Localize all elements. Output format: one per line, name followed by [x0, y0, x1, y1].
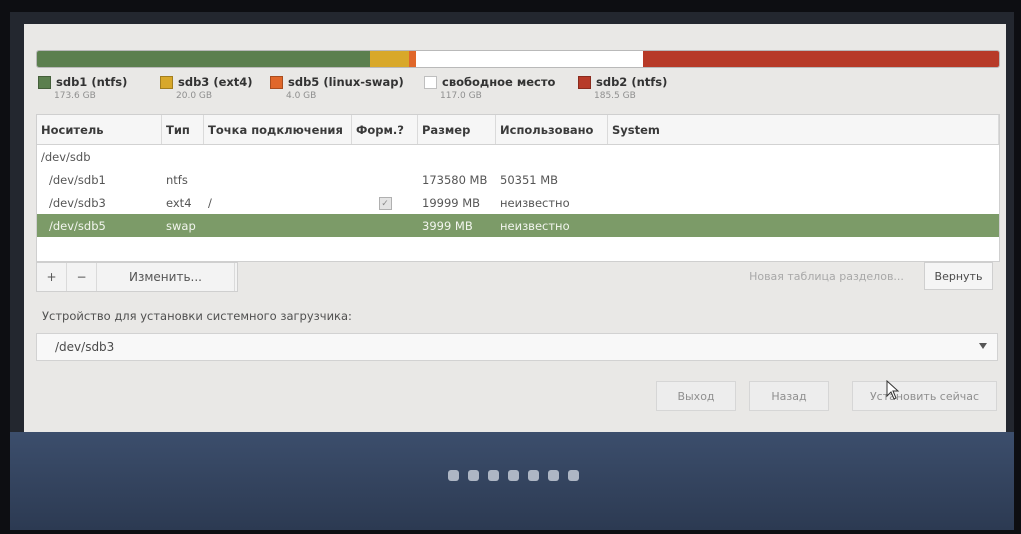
table-actions: Новая таблица разделов... Вернуть [729, 262, 993, 290]
column-header[interactable]: Размер [418, 115, 496, 144]
remove-partition-button[interactable]: − [67, 263, 97, 291]
partition-table[interactable]: Носитель Тип Точка подключения Форм.? Размер… [36, 114, 1000, 262]
partition-segment-sdb3 [370, 51, 409, 67]
table-row[interactable]: /dev/sdb [37, 145, 999, 168]
legend-item: sdb2 (ntfs) 185.5 GB [578, 75, 667, 101]
back-button[interactable]: Назад [749, 381, 829, 411]
mouse-cursor-icon [886, 380, 900, 400]
legend-size: 117.0 GB [440, 91, 482, 101]
legend-item: sdb1 (ntfs) 173.6 GB [38, 75, 127, 101]
table-cell: /dev/sdb [41, 149, 91, 164]
table-cell: 173580 MB [422, 172, 488, 187]
add-partition-button[interactable]: + [37, 263, 67, 291]
table-body: /dev/sdb/dev/sdb1 ntfs 173580 MB 50351 MB/d… [37, 145, 999, 237]
change-partition-button[interactable]: Изменить... [97, 263, 235, 291]
table-cell: /dev/sdb1 [49, 172, 106, 187]
table-cell: ntfs [166, 172, 188, 187]
legend-item: sdb3 (ext4) 20.0 GB [160, 75, 253, 101]
chevron-down-icon [979, 343, 987, 349]
legend-swatch [270, 75, 283, 89]
table-cell: неизвестно [500, 218, 570, 233]
legend-swatch [38, 75, 51, 89]
partition-bar [36, 50, 1000, 68]
slideshow-dot[interactable] [568, 470, 579, 481]
partition-segment-sdb5 [408, 51, 417, 67]
partition-toolbar: + − Изменить... [36, 262, 238, 292]
table-row[interactable]: /dev/sdb5 swap 3999 MB неизвестно [37, 214, 999, 237]
table-header: Носитель Тип Точка подключения Форм.? Размер… [37, 115, 999, 145]
bootloader-device-select[interactable]: /dev/sdb3 [36, 333, 998, 361]
slideshow-dot[interactable] [488, 470, 499, 481]
legend-label: sdb1 (ntfs) [56, 75, 128, 89]
format-cell: ✓ [352, 195, 418, 211]
screen: sdb1 (ntfs) 173.6 GB sdb3 (ext4) 20.0 GB sdb… [10, 12, 1014, 530]
partition-segment-free [416, 51, 643, 67]
legend-size: 20.0 GB [176, 91, 213, 101]
table-cell: / [208, 195, 212, 210]
legend-swatch [160, 75, 173, 89]
column-header[interactable]: Использовано [496, 115, 608, 144]
table-row[interactable]: /dev/sdb3 ext4 / ✓ 19999 MB неизвестно [37, 191, 999, 214]
slideshow-dot[interactable] [508, 470, 519, 481]
table-cell: /dev/sdb3 [49, 195, 106, 210]
column-header[interactable]: System [608, 115, 999, 144]
partition-legend: sdb1 (ntfs) 173.6 GB sdb3 (ext4) 20.0 GB sdb… [38, 75, 968, 107]
table-cell: ext4 [166, 195, 192, 210]
legend-size: 185.5 GB [594, 91, 636, 101]
footer-buttons: Выход Назад Установить сейчас [24, 381, 1006, 413]
format-checkbox[interactable]: ✓ [378, 197, 392, 211]
bootloader-label: Устройство для установки системного загр… [42, 309, 352, 323]
slideshow-progress-dots [448, 470, 579, 481]
slideshow-band [10, 432, 1014, 530]
slideshow-dot[interactable] [548, 470, 559, 481]
slideshow-dot[interactable] [528, 470, 539, 481]
column-header[interactable]: Точка подключения [204, 115, 352, 144]
install-now-button[interactable]: Установить сейчас [852, 381, 997, 411]
column-header[interactable]: Носитель [37, 115, 162, 144]
partition-segment-sdb1 [37, 51, 371, 67]
slideshow-dot[interactable] [448, 470, 459, 481]
table-cell: 19999 MB [422, 195, 481, 210]
legend-size: 173.6 GB [54, 91, 96, 101]
legend-swatch [424, 75, 437, 89]
quit-button[interactable]: Выход [656, 381, 736, 411]
table-cell: swap [166, 218, 196, 233]
legend-item: свободное место 117.0 GB [424, 75, 555, 101]
table-cell: 50351 MB [500, 172, 559, 187]
table-row[interactable]: /dev/sdb1 ntfs 173580 MB 50351 MB [37, 168, 999, 191]
table-cell: /dev/sdb5 [49, 218, 106, 233]
legend-label: sdb3 (ext4) [178, 75, 253, 89]
slideshow-dot[interactable] [468, 470, 479, 481]
column-header[interactable]: Тип [162, 115, 204, 144]
installer-window: sdb1 (ntfs) 173.6 GB sdb3 (ext4) 20.0 GB sdb… [24, 24, 1006, 444]
legend-label: свободное место [442, 75, 556, 89]
legend-label: sdb5 (linux-swap) [288, 75, 404, 89]
legend-size: 4.0 GB [286, 91, 317, 101]
column-header[interactable]: Форм.? [352, 115, 418, 144]
revert-button[interactable]: Вернуть [924, 262, 993, 290]
legend-item: sdb5 (linux-swap) 4.0 GB [270, 75, 404, 101]
new-partition-table-button[interactable]: Новая таблица разделов... [729, 262, 924, 290]
legend-swatch [578, 75, 591, 89]
table-cell: неизвестно [500, 195, 570, 210]
legend-label: sdb2 (ntfs) [596, 75, 668, 89]
bootloader-device-value: /dev/sdb3 [55, 340, 115, 354]
table-cell: 3999 MB [422, 218, 473, 233]
partition-segment-sdb2 [642, 51, 999, 67]
